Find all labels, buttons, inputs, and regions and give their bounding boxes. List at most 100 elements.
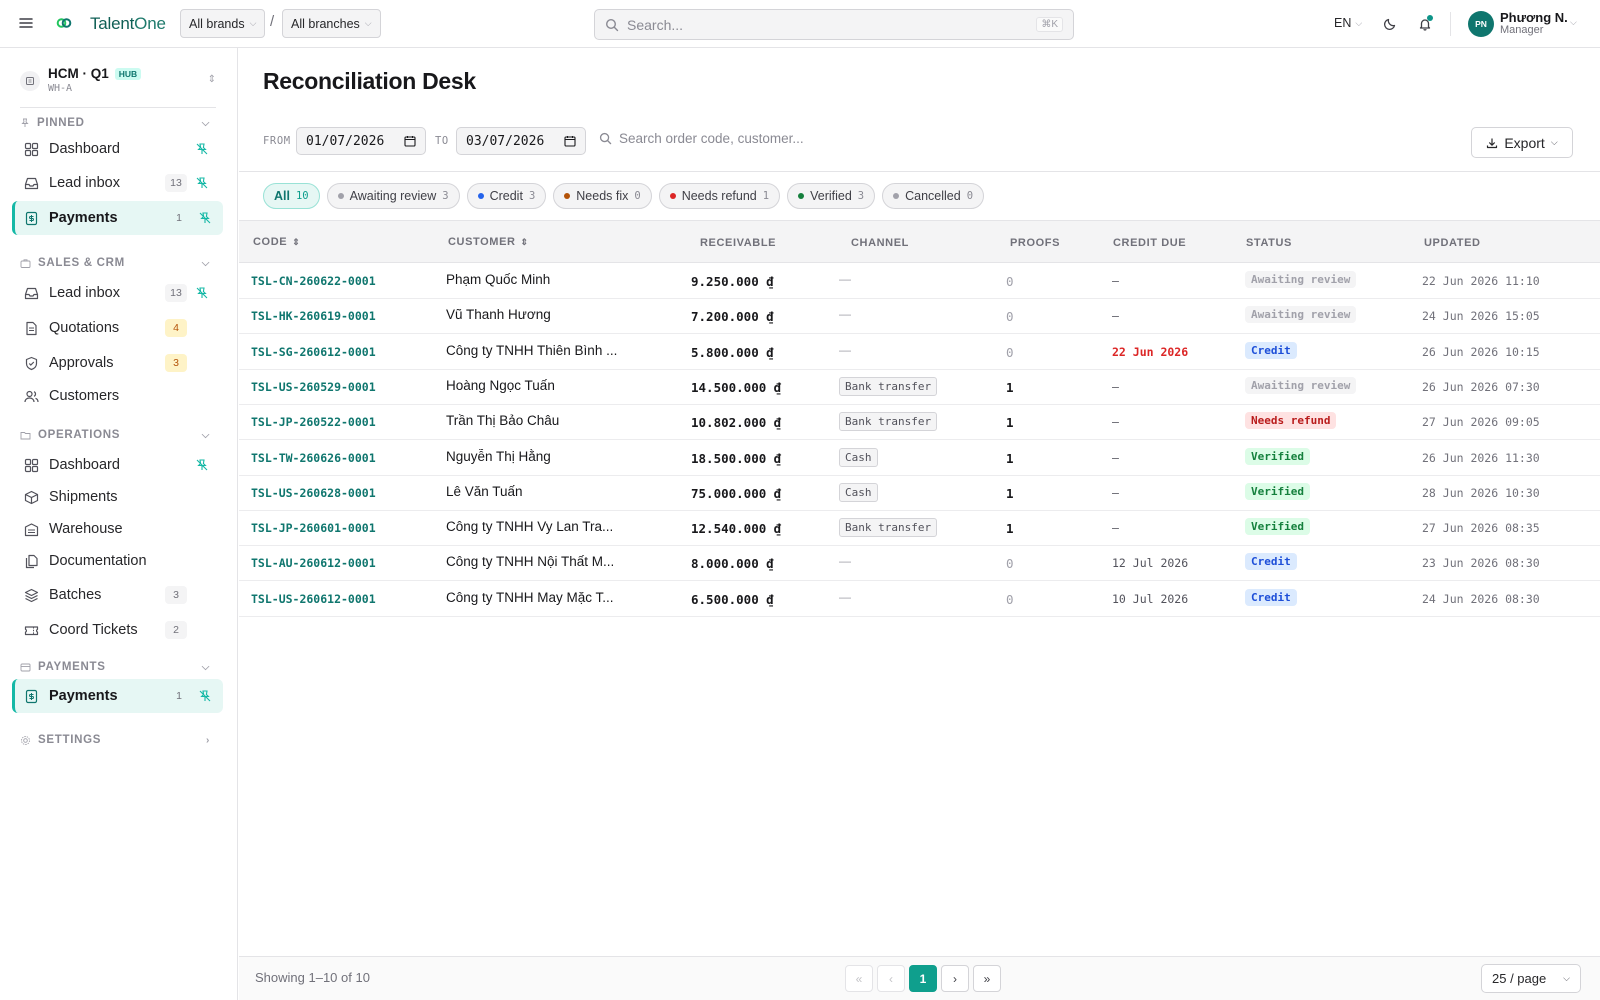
- status-badge: Verified: [1245, 482, 1310, 500]
- sidebar-item-quotations[interactable]: Quotations 4: [12, 311, 223, 345]
- column-header-customer[interactable]: CUSTOMER ⇕: [448, 236, 529, 248]
- unpin-icon[interactable]: [195, 176, 209, 190]
- section-payments[interactable]: PAYMENTS ⌵: [20, 658, 216, 676]
- channel-cell: —: [839, 342, 851, 357]
- unpin-icon[interactable]: [198, 689, 212, 703]
- table-row[interactable]: TSL-US-260612-0001 Công ty TNHH May Mặc T…: [239, 581, 1600, 617]
- filter-chip-verified[interactable]: Verified 3: [787, 183, 876, 209]
- sidebar-item-warehouse[interactable]: Warehouse: [12, 512, 223, 546]
- menu-icon[interactable]: [18, 15, 34, 31]
- section-operations[interactable]: OPERATIONS ⌵: [20, 426, 216, 444]
- unpin-icon[interactable]: [195, 142, 209, 156]
- from-date-input[interactable]: 01/07/2026: [296, 127, 426, 155]
- section-sales-crm[interactable]: SALES & CRM ⌵: [20, 254, 216, 272]
- table-row[interactable]: TSL-JP-260601-0001 Công ty TNHH Vy Lan Tr…: [239, 510, 1600, 547]
- page-size-select[interactable]: 25 / page ⌵: [1481, 964, 1581, 993]
- moon-icon: [1383, 18, 1396, 31]
- order-code-link[interactable]: TSL-JP-260601-0001: [251, 521, 376, 535]
- order-code-link[interactable]: TSL-JP-260522-0001: [251, 415, 376, 429]
- order-code-link[interactable]: TSL-HK-260619-0001: [251, 309, 376, 323]
- sidebar-item-ops-dashboard[interactable]: Dashboard: [12, 448, 223, 482]
- calendar-icon[interactable]: [564, 135, 576, 147]
- sidebar-item-payments-pinned[interactable]: Payments 1: [12, 201, 223, 235]
- language-select[interactable]: EN ⌵: [1334, 16, 1362, 30]
- section-pinned[interactable]: PINNED ⌵: [20, 114, 216, 132]
- brand-select[interactable]: All brands ⌵: [180, 9, 266, 38]
- user-name[interactable]: Phương N.: [1500, 10, 1568, 25]
- channel-cell: Cash: [839, 482, 878, 502]
- last-page-button[interactable]: »: [973, 965, 1001, 992]
- order-code-link[interactable]: TSL-TW-260626-0001: [251, 451, 376, 465]
- filter-chip-credit[interactable]: Credit 3: [466, 183, 547, 209]
- unpin-icon[interactable]: [198, 211, 212, 225]
- table-row[interactable]: TSL-JP-260522-0001 Trần Thị Bảo Châu 10.80…: [239, 404, 1600, 441]
- credit-due-date: —: [1112, 274, 1119, 288]
- to-date-input[interactable]: 03/07/2026: [456, 127, 586, 155]
- workspace-name: HCM · Q1: [48, 66, 109, 81]
- order-code-link[interactable]: TSL-SG-260612-0001: [251, 345, 376, 359]
- avatar[interactable]: PN: [1468, 11, 1494, 37]
- order-code-link[interactable]: TSL-CN-260622-0001: [251, 274, 376, 288]
- updated-timestamp: 22 Jun 2026 11:10: [1422, 274, 1540, 288]
- sidebar-item-dashboard-pinned[interactable]: Dashboard: [12, 132, 223, 166]
- customer-name: Trần Thị Bảo Châu: [446, 413, 560, 429]
- table-row[interactable]: TSL-AU-260612-0001 Công ty TNHH Nội Thất …: [239, 545, 1600, 582]
- updated-timestamp: 26 Jun 2026 07:30: [1422, 379, 1540, 394]
- sidebar-item-documentation[interactable]: Documentation: [12, 544, 223, 578]
- filter-chip-cancelled[interactable]: Cancelled 0: [882, 183, 985, 209]
- filter-chip-needs-fix[interactable]: Needs fix 0: [553, 183, 652, 209]
- table-row[interactable]: TSL-HK-260619-0001 Vũ Thanh Hương 7.200.00…: [239, 298, 1600, 335]
- app-name[interactable]: TalentOne: [90, 14, 166, 34]
- order-code-link[interactable]: TSL-AU-260612-0001: [251, 556, 376, 570]
- order-code-link[interactable]: TSL-US-260612-0001: [251, 592, 376, 606]
- calendar-icon[interactable]: [404, 135, 416, 147]
- table-row[interactable]: TSL-SG-260612-0001 Công ty TNHH Thiên Bìn…: [239, 334, 1600, 370]
- chevron-down-icon[interactable]: ⌵: [1570, 17, 1577, 28]
- sidebar-item-coord-tickets[interactable]: Coord Tickets 2: [12, 613, 223, 647]
- export-button[interactable]: Export ⌵: [1471, 127, 1573, 158]
- sidebar-item-batches[interactable]: Batches 3: [12, 578, 223, 612]
- branch-select[interactable]: All branches ⌵: [282, 9, 381, 38]
- column-header-credit-due: CREDIT DUE: [1113, 237, 1187, 249]
- top-bar: TalentOne All brands ⌵ / All branches ⌵ Se…: [0, 0, 1600, 48]
- filter-chip-awaiting-review[interactable]: Awaiting review 3: [326, 183, 460, 209]
- sidebar-item-lead-inbox[interactable]: Lead inbox 13: [12, 276, 223, 310]
- column-header-code[interactable]: CODE ⇕: [253, 236, 300, 248]
- customer-name: Công ty TNHH Thiên Bình ...: [446, 342, 618, 358]
- table-row[interactable]: TSL-US-260628-0001 Lê Văn Tuấn 75.000.000 …: [239, 475, 1600, 511]
- theme-toggle[interactable]: [1380, 14, 1400, 34]
- table-row[interactable]: TSL-CN-260622-0001 Phạm Quốc Minh 9.250.00…: [239, 263, 1600, 299]
- page-button-current[interactable]: 1: [909, 965, 937, 992]
- filter-chip-all[interactable]: All 10: [263, 183, 320, 209]
- order-search-input[interactable]: Search order code, customer...: [599, 131, 804, 146]
- order-code-link[interactable]: TSL-US-260628-0001: [251, 486, 376, 500]
- next-page-button[interactable]: ›: [941, 965, 969, 992]
- search-placeholder: Search order code, customer...: [619, 131, 804, 146]
- sidebar-item-approvals[interactable]: Approvals 3: [12, 346, 223, 380]
- sidebar-item-lead-inbox-pinned[interactable]: Lead inbox 13: [12, 166, 223, 200]
- unpin-icon[interactable]: [195, 458, 209, 472]
- workspace-switcher[interactable]: HCM · Q1 HUB WH-A ⇕: [20, 66, 216, 96]
- order-code-link[interactable]: TSL-US-260529-0001: [251, 380, 376, 394]
- status-cell: Credit: [1245, 588, 1297, 606]
- filter-chip-needs-refund[interactable]: Needs refund 1: [658, 183, 781, 209]
- column-header-proofs: PROOFS: [1010, 237, 1061, 249]
- notifications-button[interactable]: [1415, 14, 1435, 34]
- previous-page-button[interactable]: ‹: [877, 965, 905, 992]
- table-row[interactable]: TSL-US-260529-0001 Hoàng Ngọc Tuấn 14.500.…: [239, 369, 1600, 405]
- sidebar-item-shipments[interactable]: Shipments: [12, 480, 223, 514]
- sidebar-item-payments[interactable]: Payments 1: [12, 679, 223, 713]
- files-icon: [25, 554, 38, 568]
- shortcut-hint: ⌘K: [1036, 17, 1063, 32]
- global-search-input[interactable]: Search... ⌘K: [594, 9, 1074, 40]
- count-badge: 13: [165, 174, 187, 192]
- sidebar-item-customers[interactable]: Customers: [12, 379, 223, 413]
- table-row[interactable]: TSL-TW-260626-0001 Nguyễn Thị Hằng 18.500.…: [239, 440, 1600, 476]
- table-header: CODE ⇕ CUSTOMER ⇕ RECEIVABLE CHANNEL PROOF…: [239, 220, 1600, 263]
- channel-cell: Cash: [839, 447, 878, 467]
- unpin-icon[interactable]: [195, 286, 209, 300]
- status-dot: [337, 193, 344, 199]
- first-page-button[interactable]: «: [845, 965, 873, 992]
- updated-timestamp: 27 Jun 2026 08:35: [1422, 521, 1540, 536]
- section-settings[interactable]: SETTINGS ›: [20, 731, 216, 749]
